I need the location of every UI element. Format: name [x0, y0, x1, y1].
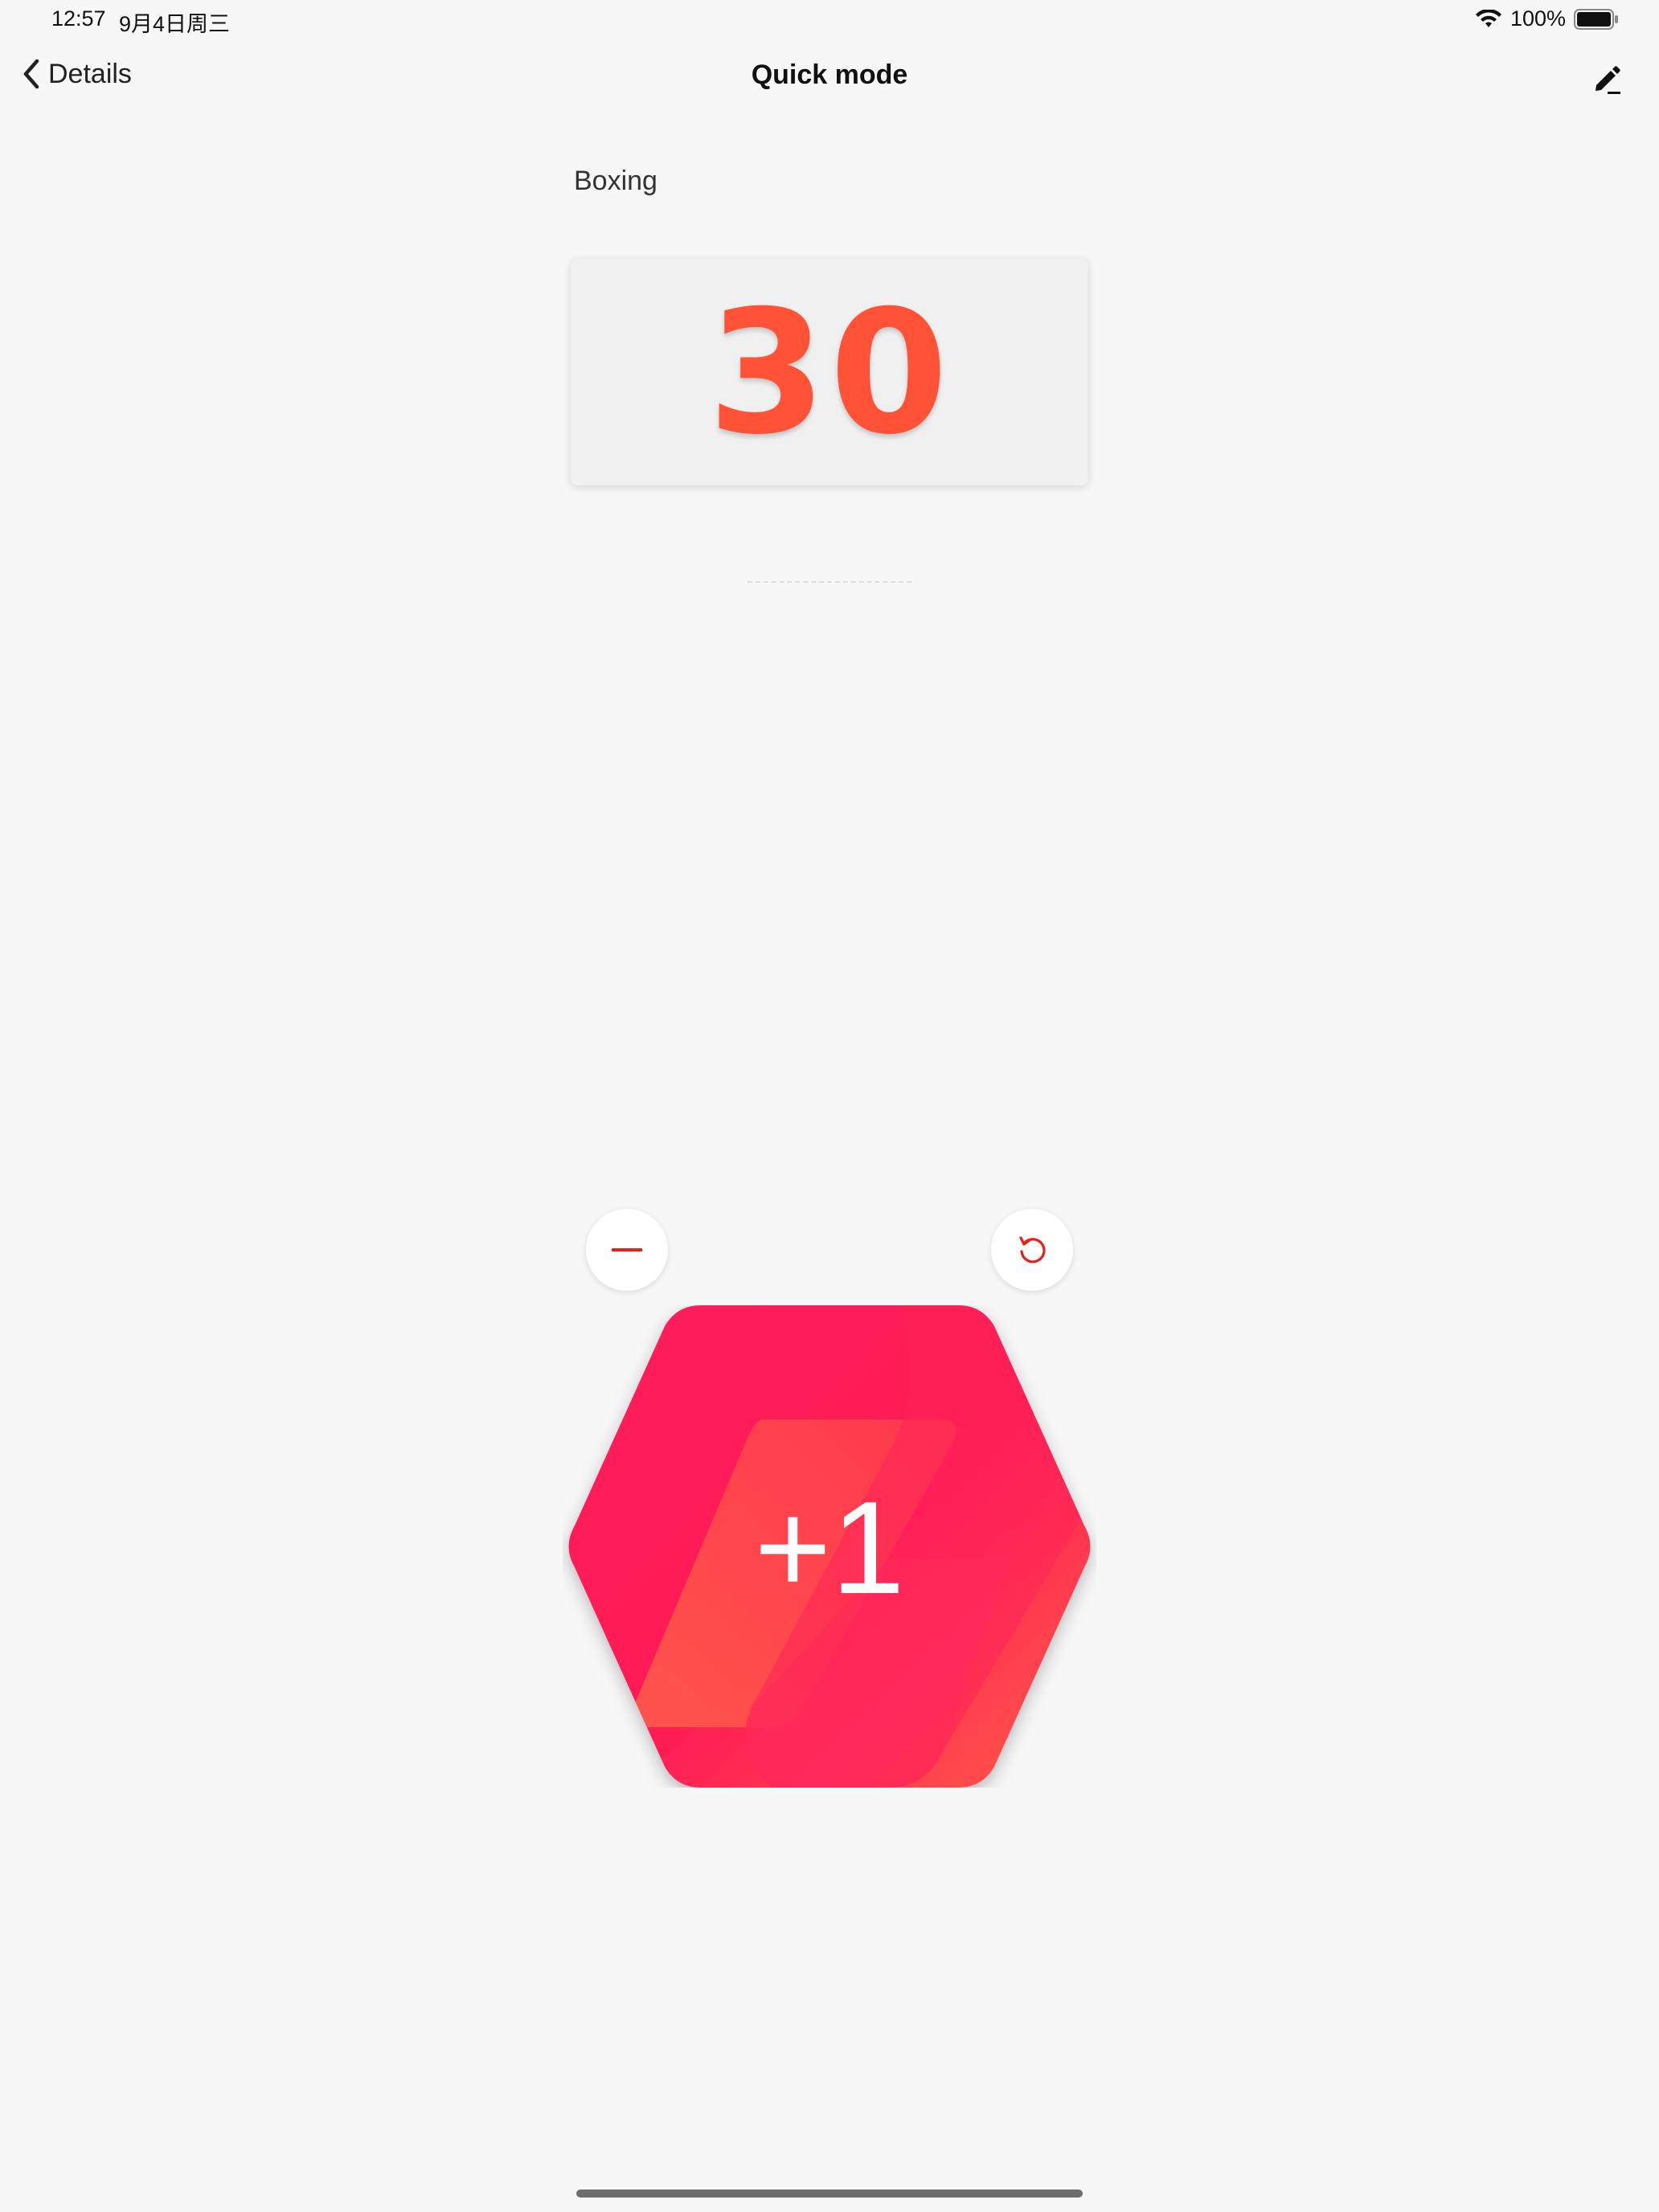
status-time: 12:57 — [51, 6, 106, 31]
decrement-button[interactable] — [586, 1209, 668, 1291]
battery-full-icon — [1574, 8, 1618, 30]
battery-percent: 100% — [1509, 6, 1566, 31]
page-title: Quick mode — [751, 59, 908, 90]
count-value: 30 — [707, 272, 952, 472]
reset-icon — [1019, 1236, 1046, 1264]
reset-button[interactable] — [991, 1209, 1073, 1291]
wifi-icon — [1475, 9, 1501, 27]
divider — [748, 581, 911, 583]
activity-label: Boxing — [574, 166, 657, 196]
pencil-icon — [1596, 66, 1620, 94]
increment-button[interactable]: +1 — [563, 1305, 1096, 1788]
increment-label: +1 — [754, 1474, 905, 1621]
edit-button[interactable] — [1590, 61, 1625, 96]
status-date: 9月4日周三 — [119, 12, 231, 36]
count-display: 30 — [571, 259, 1088, 485]
screen: 12:57 9月4日周三 100% Details Quick mode Box… — [0, 0, 1659, 2212]
status-indicators: 100% — [1475, 6, 1619, 31]
minus-icon — [612, 1248, 642, 1251]
home-indicator[interactable] — [576, 2189, 1083, 2198]
